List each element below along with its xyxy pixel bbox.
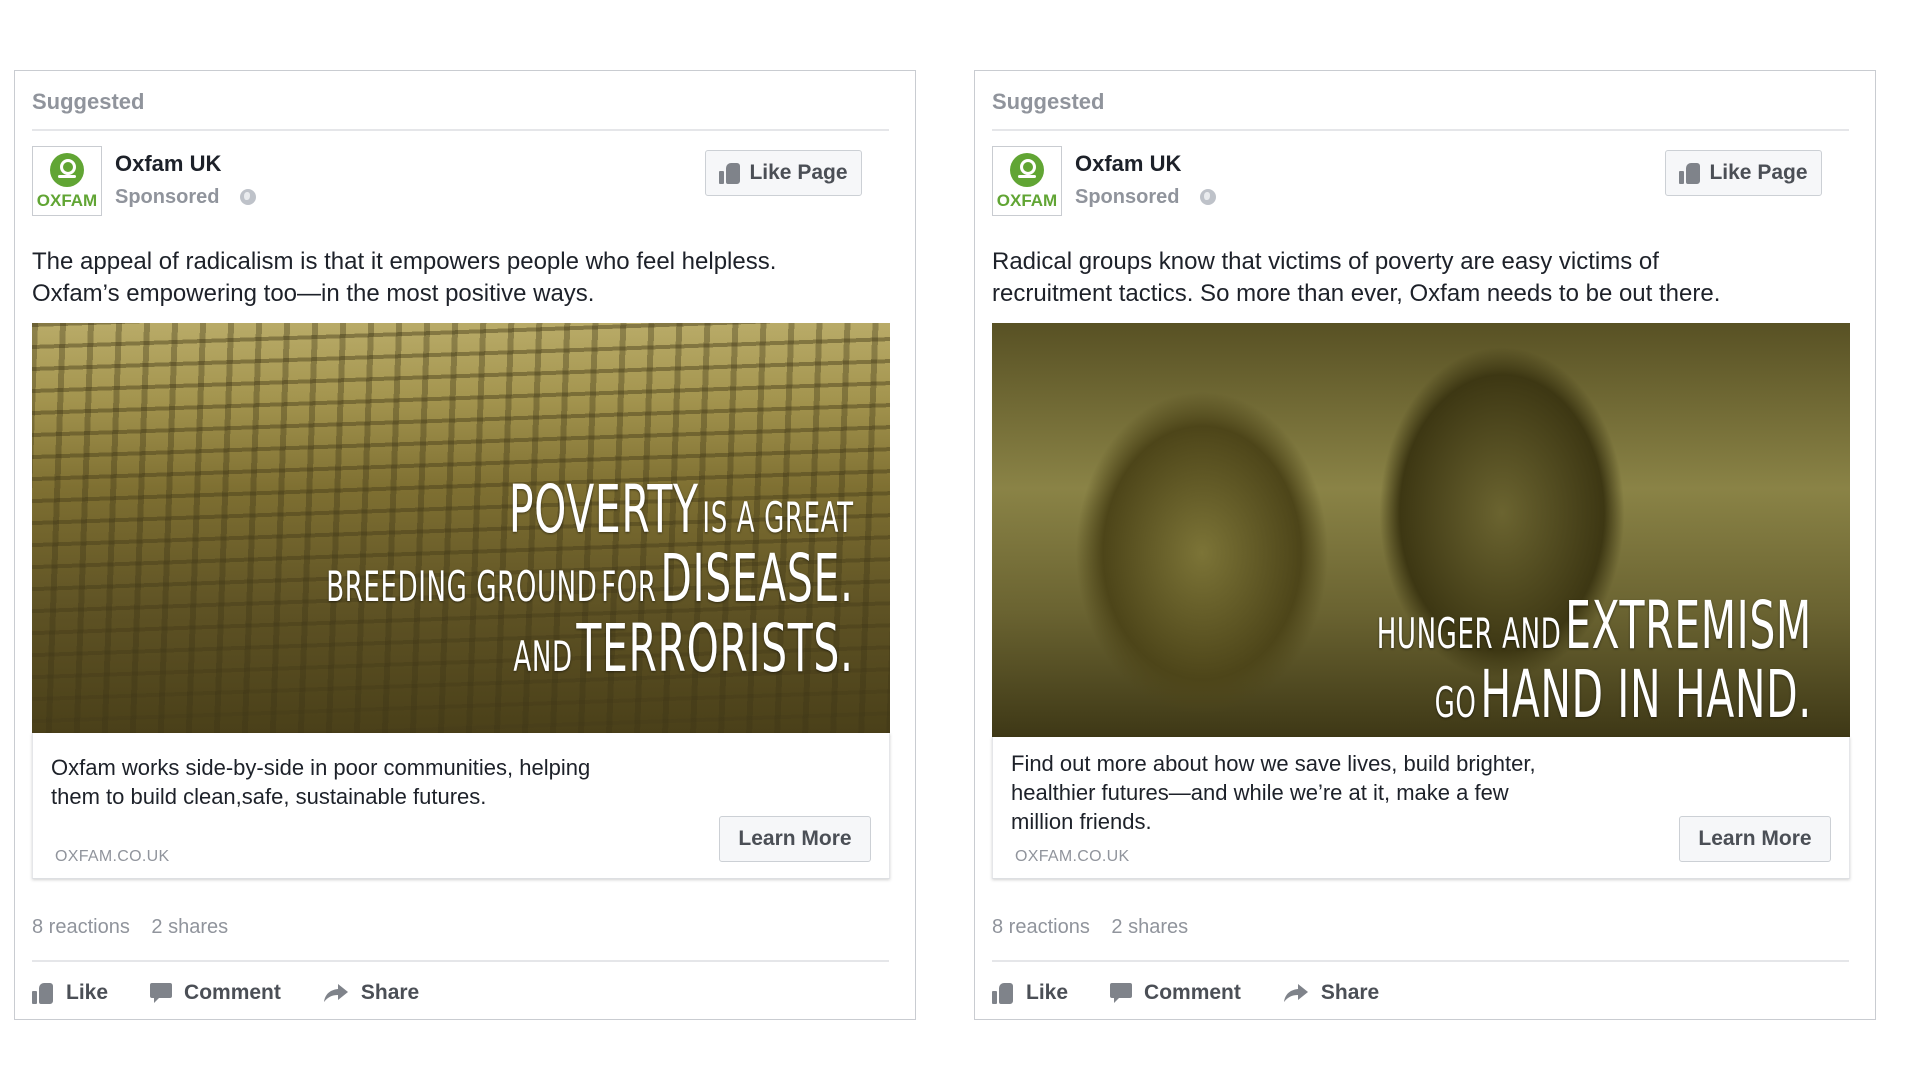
overlay-word: TERRORISTS.: [576, 609, 854, 687]
image-overlay-text: HUNGER AND EXTREMISM GO HAND IN HAND.: [1377, 591, 1812, 730]
overlay-word: HUNGER AND: [1376, 609, 1562, 658]
divider: [32, 960, 889, 962]
overlay-word: IS A GREAT: [702, 493, 854, 542]
share-button[interactable]: Share: [323, 981, 419, 1005]
post-text: Radical groups know that victims of pove…: [992, 246, 1852, 310]
link-preview[interactable]: Oxfam works side-by-side in poor communi…: [32, 733, 890, 879]
overlay-word: AND: [513, 631, 574, 681]
link-preview[interactable]: Find out more about how we save lives, b…: [992, 737, 1850, 879]
globe-icon: [1200, 189, 1216, 205]
post-text-line: recruitment tactics. So more than ever, …: [992, 280, 1721, 307]
link-description: Find out more about how we save lives, b…: [1011, 749, 1651, 836]
like-page-button[interactable]: Like Page: [705, 150, 862, 196]
comment-icon: [150, 983, 173, 1003]
action-bar: Like Comment Share: [992, 976, 1421, 1010]
ad-card-2: Suggested OXFAM Oxfam UK Sponsored Like …: [974, 70, 1876, 1020]
overlay-word: DISEASE.: [660, 540, 854, 618]
shares-count[interactable]: 2 shares: [1111, 916, 1188, 938]
reactions-count[interactable]: 8 reactions: [992, 916, 1090, 938]
learn-more-button[interactable]: Learn More: [719, 816, 871, 862]
ad-card-1: Suggested OXFAM Oxfam UK Sponsored Like …: [14, 70, 916, 1020]
share-label: Share: [360, 981, 420, 1004]
image-overlay-text: POVERTY IS A GREAT BREEDING GROUND FOR D…: [327, 475, 854, 683]
suggested-label: Suggested: [992, 89, 1105, 114]
share-label: Share: [1320, 981, 1380, 1004]
overlay-word: GO: [1434, 678, 1477, 728]
thumbs-up-icon: [719, 162, 741, 184]
share-arrow-icon: [323, 984, 348, 1002]
comment-button[interactable]: Comment: [1110, 981, 1241, 1005]
suggested-label: Suggested: [32, 89, 145, 114]
post-text-line: The appeal of radicalism is that it empo…: [32, 248, 777, 275]
comment-button[interactable]: Comment: [150, 981, 281, 1005]
link-description-line: them to build clean,safe, sustainable fu…: [51, 784, 487, 809]
comment-label: Comment: [184, 981, 281, 1004]
share-button[interactable]: Share: [1283, 981, 1379, 1005]
action-bar: Like Comment Share: [32, 976, 461, 1010]
oxfam-logo-icon: [50, 153, 84, 187]
engagement-stats: 8 reactions 2 shares: [992, 916, 1204, 939]
thumbs-up-icon: [992, 982, 1014, 1004]
engagement-stats: 8 reactions 2 shares: [32, 916, 244, 939]
post-text-line: Radical groups know that victims of pove…: [992, 248, 1659, 275]
logo-wordmark: OXFAM: [996, 191, 1058, 210]
page-avatar[interactable]: OXFAM: [992, 146, 1062, 216]
overlay-word: BREEDING GROUND: [326, 562, 598, 612]
overlay-word: EXTREMISM: [1565, 587, 1812, 664]
overlay-word: HAND IN HAND.: [1480, 656, 1812, 734]
divider: [992, 129, 1849, 131]
comment-icon: [1110, 983, 1133, 1003]
like-page-label: Like Page: [1709, 161, 1808, 184]
reactions-count[interactable]: 8 reactions: [32, 916, 130, 938]
overlay-word: FOR: [601, 562, 658, 612]
logo-wordmark: OXFAM: [36, 191, 98, 210]
link-domain: OXFAM.CO.UK: [55, 848, 170, 865]
like-label: Like: [1026, 981, 1069, 1004]
ad-image[interactable]: HUNGER AND EXTREMISM GO HAND IN HAND.: [992, 323, 1850, 737]
page-name-link[interactable]: Oxfam UK: [1075, 151, 1181, 177]
comment-label: Comment: [1144, 981, 1241, 1004]
link-description-line: healthier futures—and while we’re at it,…: [1011, 780, 1509, 805]
link-description-line: Oxfam works side-by-side in poor communi…: [51, 755, 591, 780]
divider: [32, 129, 889, 131]
like-page-button[interactable]: Like Page: [1665, 150, 1822, 196]
page-avatar[interactable]: OXFAM: [32, 146, 102, 216]
link-description: Oxfam works side-by-side in poor communi…: [51, 753, 691, 811]
divider: [992, 960, 1849, 962]
post-text-line: Oxfam’s empowering too—in the most posit…: [32, 280, 595, 307]
post-text: The appeal of radicalism is that it empo…: [32, 246, 892, 310]
like-label: Like: [66, 981, 109, 1004]
like-button[interactable]: Like: [32, 981, 108, 1005]
link-domain: OXFAM.CO.UK: [1015, 848, 1130, 865]
page-name-link[interactable]: Oxfam UK: [115, 151, 221, 177]
ad-image[interactable]: POVERTY IS A GREAT BREEDING GROUND FOR D…: [32, 323, 890, 733]
overlay-word: POVERTY: [509, 471, 700, 548]
link-description-line: Find out more about how we save lives, b…: [1011, 751, 1536, 776]
thumbs-up-icon: [32, 982, 54, 1004]
share-arrow-icon: [1283, 984, 1308, 1002]
shares-count[interactable]: 2 shares: [151, 916, 228, 938]
oxfam-logo-icon: [1010, 153, 1044, 187]
sponsored-label: Sponsored: [1075, 186, 1180, 208]
like-button[interactable]: Like: [992, 981, 1068, 1005]
like-page-label: Like Page: [749, 161, 848, 184]
learn-more-button[interactable]: Learn More: [1679, 816, 1831, 862]
globe-icon: [240, 189, 256, 205]
link-description-line: million friends.: [1011, 809, 1152, 834]
sponsored-label: Sponsored: [115, 186, 220, 208]
thumbs-up-icon: [1679, 162, 1701, 184]
